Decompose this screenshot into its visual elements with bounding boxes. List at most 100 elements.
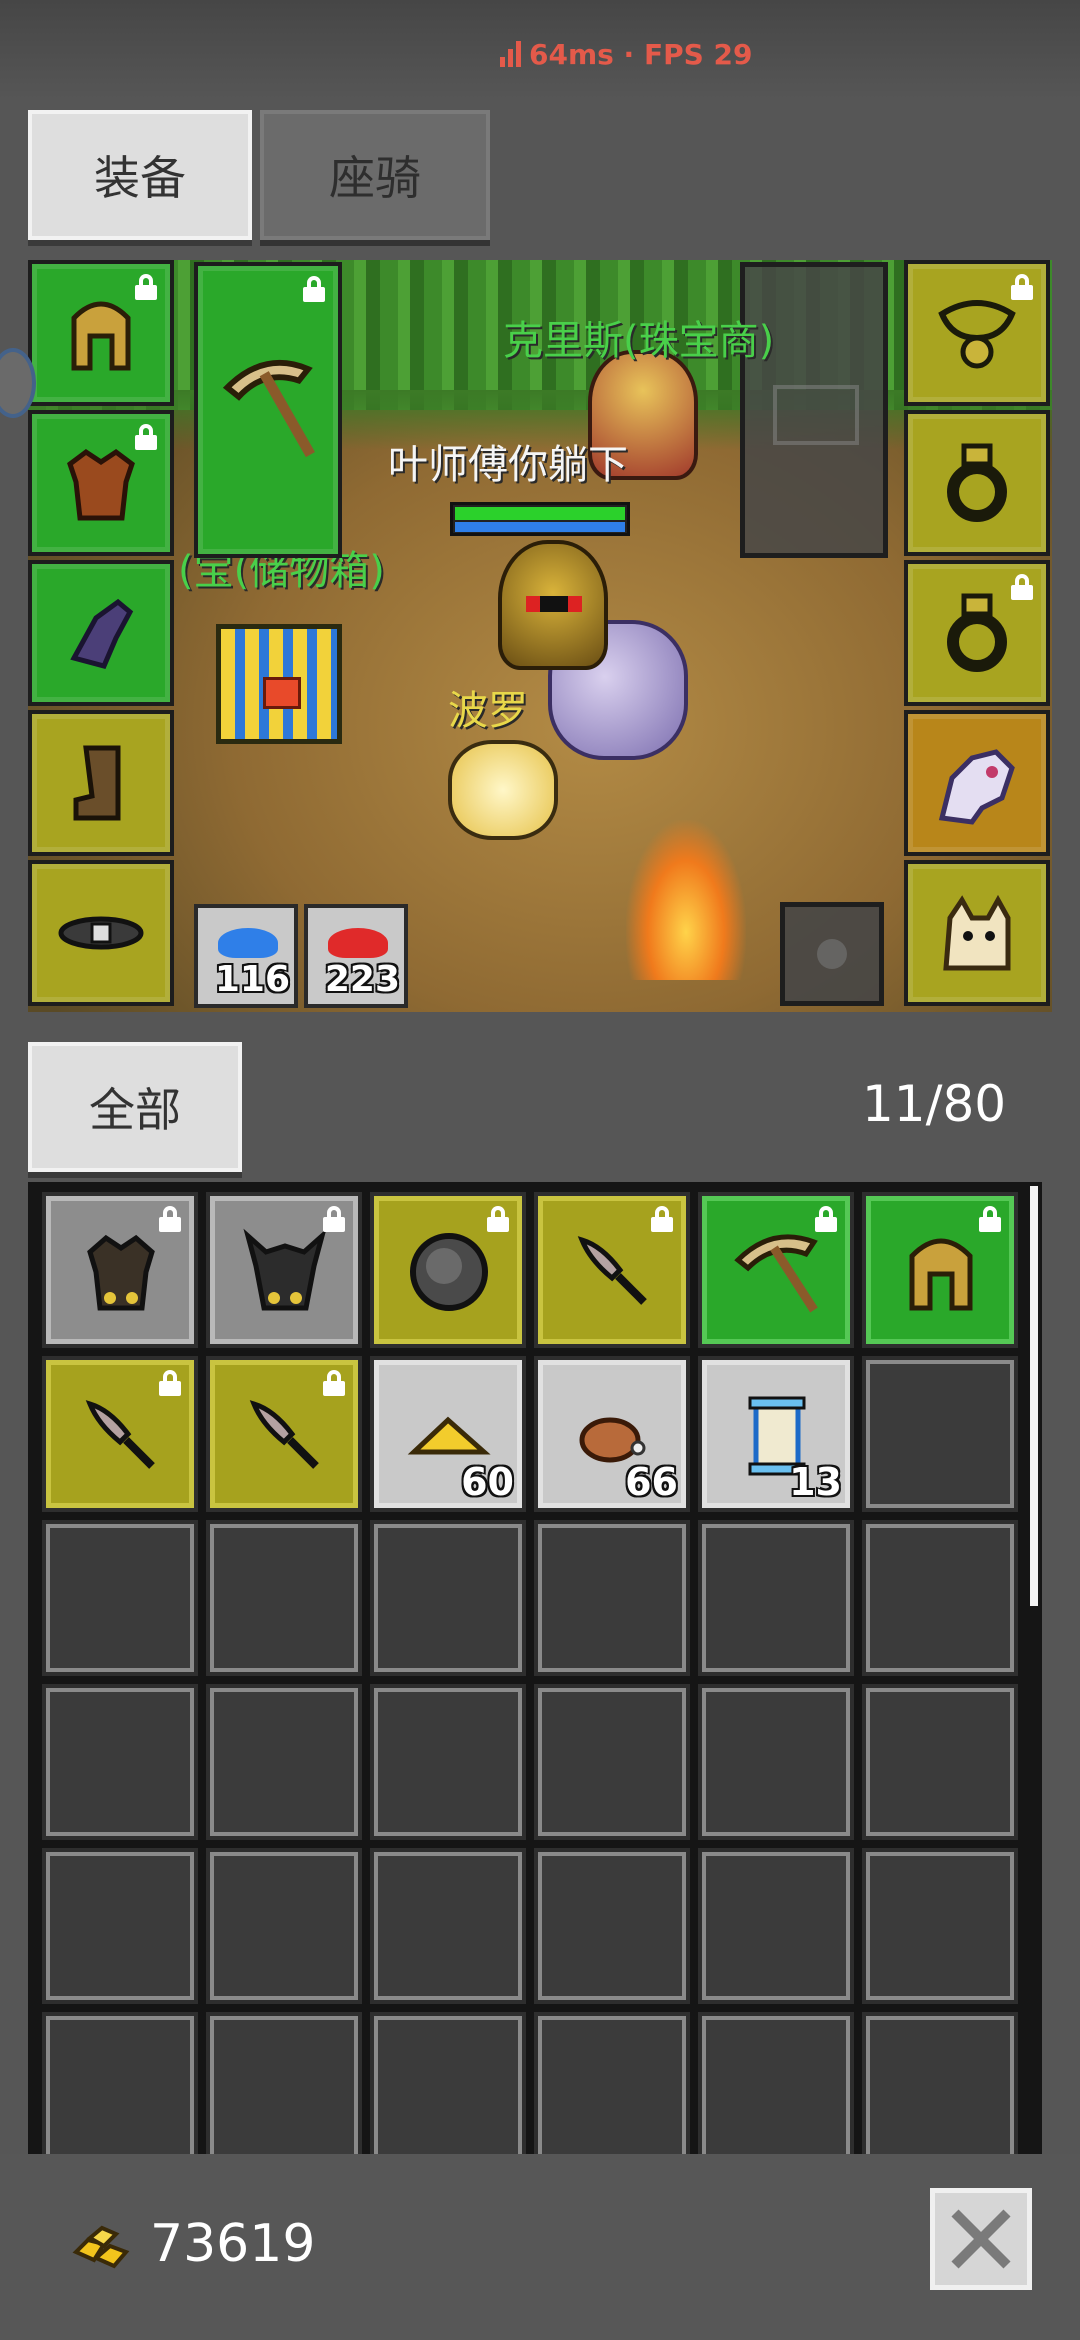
lock-icon [134,424,158,450]
inventory-slot-empty[interactable] [862,1520,1018,1676]
equip-slot-pet[interactable] [904,860,1050,1006]
item-count: 66 [625,1460,678,1504]
equip-slot-weapon[interactable] [194,262,342,558]
status-bar: 64ms · FPS 29 [0,0,1080,100]
inventory-scrollbar[interactable] [1030,1186,1038,1606]
jewelry-shop-panel [740,262,888,558]
pet-name: 波罗 [448,688,528,734]
inventory-slot-empty[interactable] [206,1848,362,2004]
filter-all-tab[interactable]: 全部 [28,1042,242,1172]
lock-icon [322,1370,346,1396]
inventory-slot[interactable]: 60 [370,1356,526,1512]
inventory-slot-empty[interactable] [370,1848,526,2004]
lock-icon [1010,274,1034,300]
gold-coins-icon [72,2225,130,2269]
mini-panel [780,902,884,1006]
inventory-slot-empty[interactable] [534,1520,690,1676]
potion-slot-mp[interactable]: 116 [194,904,298,1008]
lock-icon [486,1206,510,1232]
tab-equipment[interactable]: 装备 [28,110,252,240]
inventory-slot-empty[interactable] [534,2012,690,2154]
lock-icon [158,1206,182,1232]
pet-icon [943,894,1011,971]
inventory-slot-empty[interactable] [862,1848,1018,2004]
inventory-slot[interactable] [206,1356,362,1512]
inventory-slot-empty[interactable] [862,2012,1018,2154]
inventory-slot[interactable] [42,1192,198,1348]
equip-slot-necklace[interactable] [904,260,1050,406]
character-scene: 克里斯(珠宝商) 叶师傅你躺下 波罗 (宝(储物箱) 116 223 [28,260,1052,1012]
inventory-slot-empty[interactable] [370,1684,526,1840]
inventory-slot[interactable] [698,1192,854,1348]
inventory-slot-empty[interactable] [42,1848,198,2004]
equip-slot-belt[interactable] [28,860,174,1006]
mount-icon [938,749,1015,825]
inventory-grid[interactable]: 60 66 13 [28,1182,1042,2154]
inventory-slot-empty[interactable] [698,2012,854,2154]
player-sprite[interactable] [498,540,608,670]
npc-name: 克里斯(珠宝商) [503,318,775,364]
armor-icon [67,448,135,521]
dagger-icon [249,1400,319,1469]
item-count: 13 [789,1460,842,1504]
inventory-slot[interactable] [42,1356,198,1512]
inventory-slot[interactable] [534,1192,690,1348]
equip-slot-armor[interactable] [28,410,174,556]
storage-chest[interactable] [216,624,342,744]
equip-slot-gloves[interactable] [28,560,174,706]
inventory-slot-empty[interactable] [534,1848,690,2004]
equip-slot-boots[interactable] [28,710,174,856]
bag-capacity: 11/80 [862,1075,1007,1133]
inventory-slot-empty[interactable] [206,1684,362,1840]
equip-slot-mount[interactable] [904,710,1050,856]
close-icon [951,2209,1011,2269]
inventory-slot-empty[interactable] [698,1520,854,1676]
network-label: 64ms · FPS 29 [529,37,753,71]
inventory-slot-empty[interactable] [370,2012,526,2154]
tab-mount[interactable]: 座骑 [260,110,490,240]
inventory-slot-empty[interactable] [206,1520,362,1676]
helmet-icon [71,301,131,371]
pickaxe-icon [734,1234,818,1313]
belt-icon [58,916,144,950]
potion-slot-hp[interactable]: 223 [304,904,408,1008]
lock-icon [322,1206,346,1232]
inventory-slot-empty[interactable] [206,2012,362,2154]
inventory-slot-empty[interactable] [862,1684,1018,1840]
inventory-slot-empty[interactable] [42,1520,198,1676]
lock-icon [158,1370,182,1396]
hp-fill [455,507,625,520]
network-indicator: 64ms · FPS 29 [500,32,752,76]
lock-icon [978,1206,1002,1232]
inventory-slot[interactable] [370,1192,526,1348]
equip-slot-helmet[interactable] [28,260,174,406]
inventory-slot-empty[interactable] [370,1520,526,1676]
inventory-slot[interactable] [206,1192,362,1348]
ring-icon [947,443,1007,522]
potion-count: 223 [324,959,400,1000]
lock-icon [134,274,158,300]
inventory-slot[interactable]: 66 [534,1356,690,1512]
helmet-icon [909,1238,973,1311]
inventory-slot[interactable] [862,1192,1018,1348]
inventory-slot-empty[interactable] [698,1848,854,2004]
inventory-slot-empty[interactable] [42,2012,198,2154]
pickaxe-icon [222,360,315,458]
panel-knob [817,939,847,969]
dagger-icon [85,1400,155,1469]
panel-frame [773,385,859,445]
inventory-slot-empty[interactable] [534,1684,690,1840]
horned-armor-icon [243,1228,327,1311]
inventory-screen: 64ms · FPS 29 装备 座骑 克里斯(珠宝商) 叶师傅你躺下 波罗 (… [0,0,1080,2340]
glove-icon [70,598,134,669]
lock-icon [302,276,326,302]
inventory-slot-empty[interactable] [42,1684,198,1840]
equip-slot-ring-1[interactable] [904,410,1050,556]
inventory-slot[interactable]: 13 [698,1356,854,1512]
chat-bubble: 叶师傅你躺下 [388,442,628,488]
close-button[interactable] [930,2188,1032,2290]
red-potion-icon [328,928,388,958]
inventory-slot-empty[interactable] [698,1684,854,1840]
equip-slot-ring-2[interactable] [904,560,1050,706]
inventory-slot-empty[interactable] [862,1356,1018,1512]
